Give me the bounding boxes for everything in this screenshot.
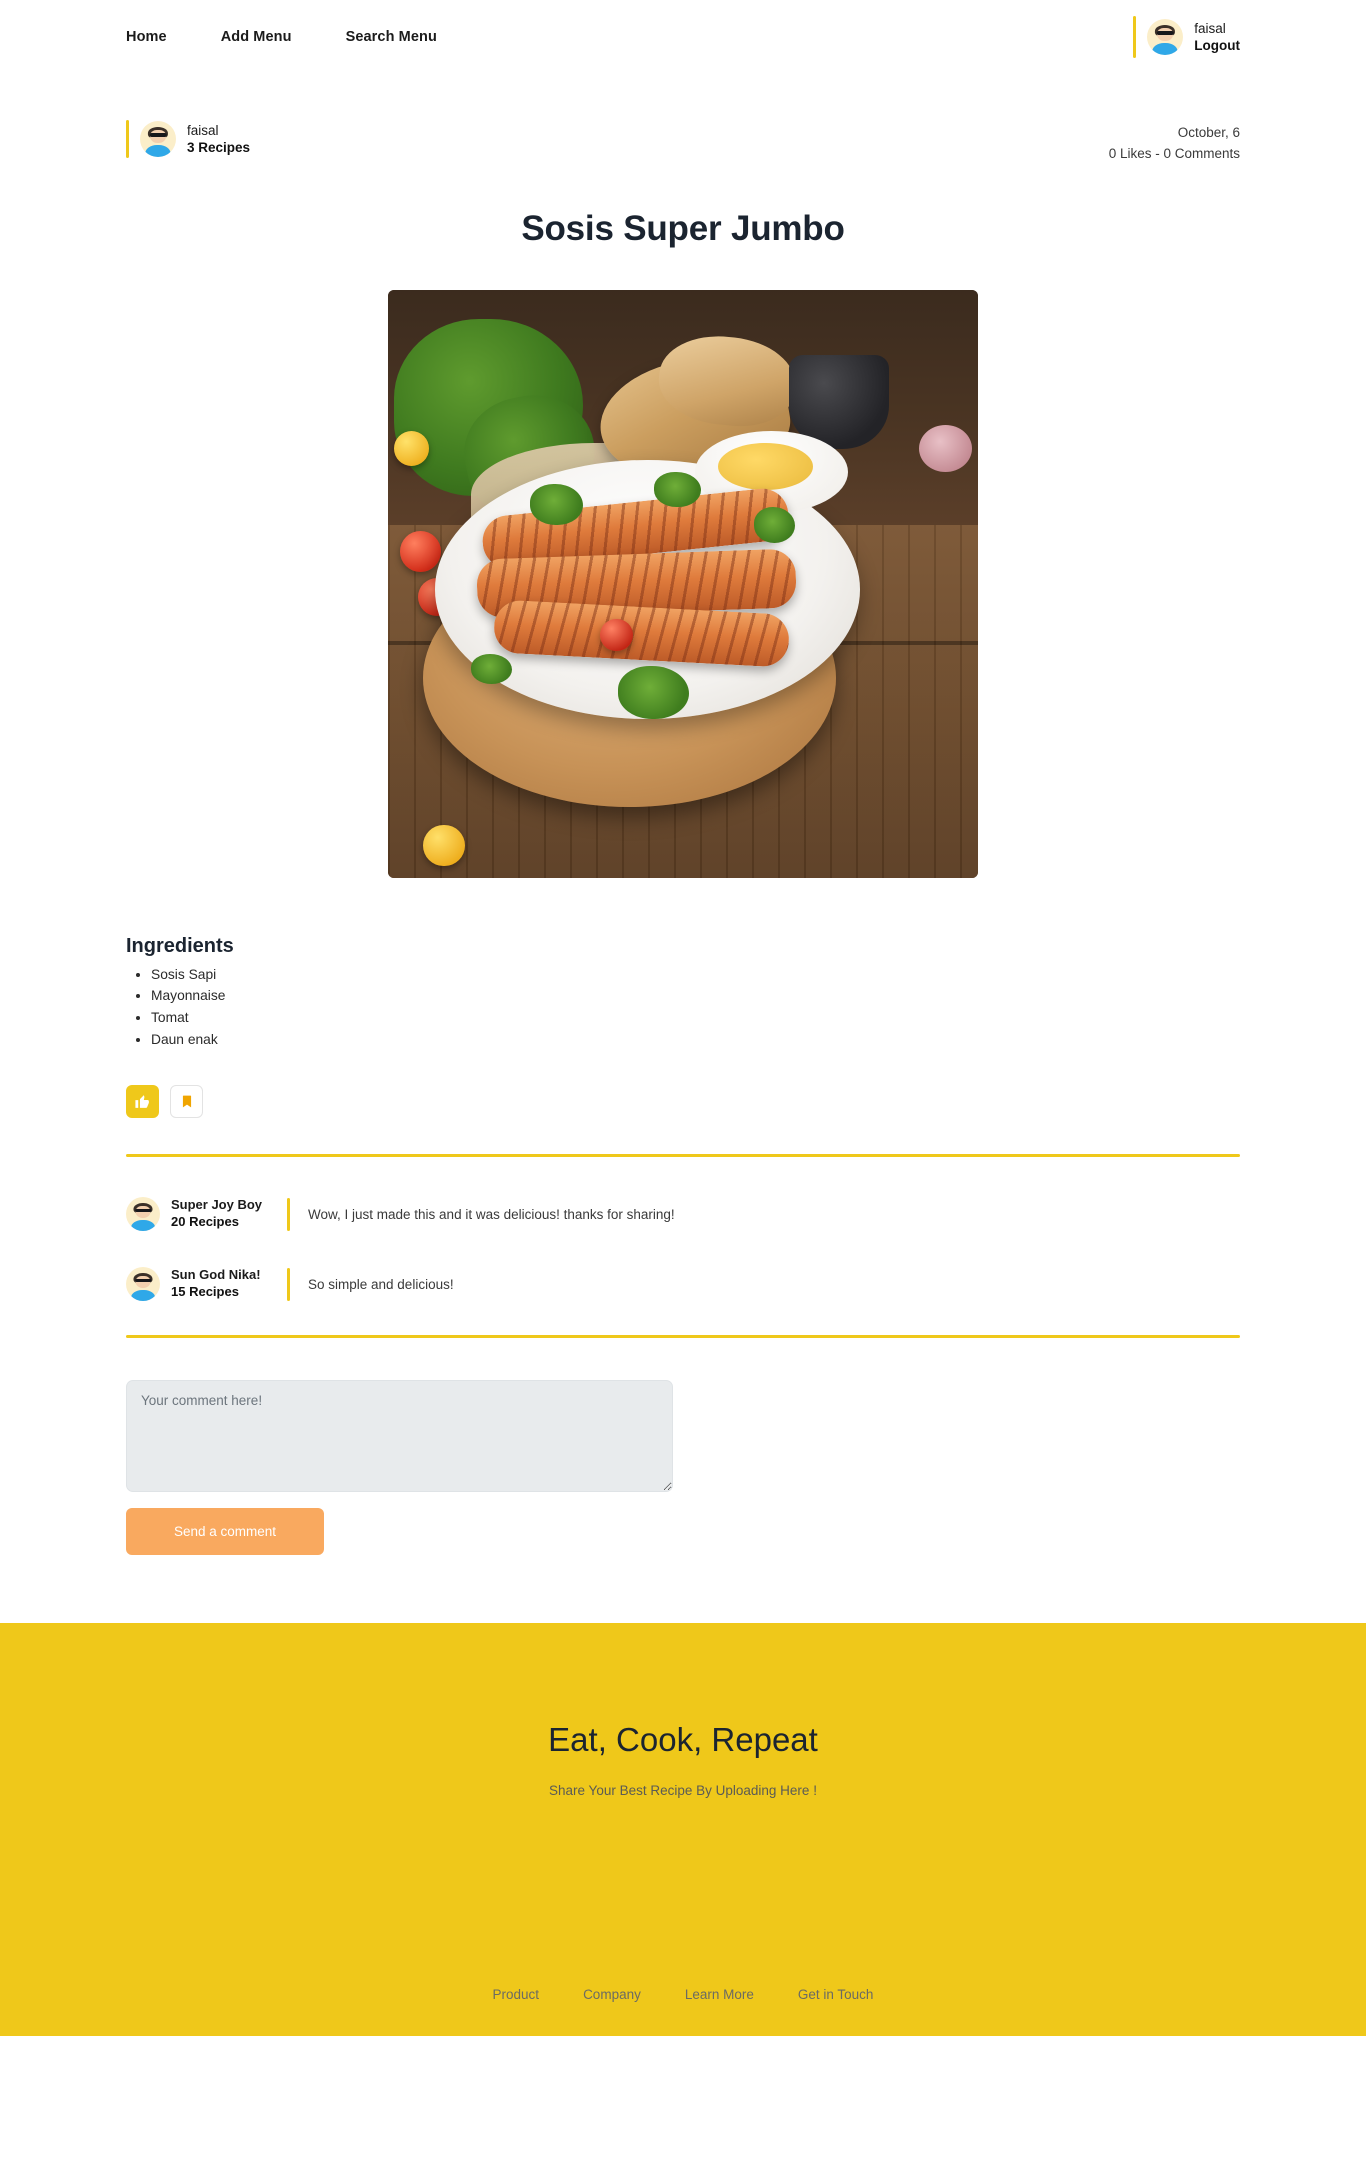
nav-link-add-menu[interactable]: Add Menu xyxy=(221,29,292,45)
post-author-recipes: 3 Recipes xyxy=(187,140,251,155)
comments-list: Super Joy Boy 20 Recipes Wow, I just mad… xyxy=(126,1157,1240,1319)
comment-author-name: Sun God Nika! xyxy=(171,1267,261,1283)
bookmark-icon xyxy=(182,1096,191,1108)
post-date: October, 6 xyxy=(1177,125,1240,140)
comment-form: Send a comment xyxy=(126,1380,1240,1556)
comment-author-recipes: 15 Recipes xyxy=(171,1284,239,1300)
navbar-user-chip[interactable]: faisal Logout xyxy=(1133,16,1240,58)
send-comment-button[interactable]: Send a comment xyxy=(126,1508,324,1556)
post-author-chip[interactable]: faisal 3 Recipes xyxy=(126,120,250,158)
user-avatar-sunglasses-icon xyxy=(126,1197,160,1232)
nav-link-search-menu[interactable]: Search Menu xyxy=(346,29,437,45)
footer-link-product[interactable]: Product xyxy=(493,1987,540,2002)
comment-author-meta: Super Joy Boy 20 Recipes xyxy=(171,1197,281,1231)
like-button[interactable] xyxy=(126,1085,159,1119)
nav-links: Home Add Menu Search Menu xyxy=(126,29,437,45)
accent-bar xyxy=(126,120,129,158)
post-author-name: faisal xyxy=(187,122,219,138)
accent-bar xyxy=(287,1267,290,1301)
list-item: Tomat xyxy=(151,1009,1240,1028)
footer-link-company[interactable]: Company xyxy=(583,1987,641,2002)
list-item: Daun enak xyxy=(151,1031,1240,1050)
list-item: Super Joy Boy 20 Recipes Wow, I just mad… xyxy=(126,1179,1240,1249)
accent-bar xyxy=(287,1197,290,1231)
save-button[interactable] xyxy=(170,1085,203,1119)
comment-text: Wow, I just made this and it was delicio… xyxy=(308,1206,675,1222)
comments-divider-bottom xyxy=(126,1335,1240,1339)
footer-link-get-in-touch[interactable]: Get in Touch xyxy=(798,1987,874,2002)
recipe-photo xyxy=(388,289,978,878)
accent-bar xyxy=(1133,16,1137,58)
page-title: Sosis Super Jumbo xyxy=(521,208,845,248)
post-actions xyxy=(126,1085,1240,1119)
list-item: Mayonnaise xyxy=(151,987,1240,1006)
post-author-meta: faisal 3 Recipes xyxy=(187,122,250,157)
list-item: Sun God Nika! 15 Recipes So simple and d… xyxy=(126,1249,1240,1319)
list-item: Sosis Sapi xyxy=(151,966,1240,985)
navbar-user-meta: faisal Logout xyxy=(1194,20,1240,55)
footer-subtitle: Share Your Best Recipe By Uploading Here… xyxy=(549,1783,817,1799)
main-container: faisal 3 Recipes October, 6 0 Likes - 0 … xyxy=(126,74,1240,1556)
ingredients-list: Sosis Sapi Mayonnaise Tomat Daun enak xyxy=(126,966,1240,1050)
comment-author-recipes: 20 Recipes xyxy=(171,1214,239,1230)
logout-button[interactable]: Logout xyxy=(1194,37,1240,54)
comment-author-name: Super Joy Boy xyxy=(171,1197,263,1213)
comment-input[interactable] xyxy=(126,1380,673,1493)
footer-links: Product Company Learn More Get in Touch xyxy=(0,1987,1366,2002)
user-avatar-sunglasses-icon xyxy=(140,121,176,157)
site-footer: Eat, Cook, Repeat Share Your Best Recipe… xyxy=(0,1623,1366,2037)
recipe-photo-wrap xyxy=(126,289,1240,878)
post-stats: 0 Likes - 0 Comments xyxy=(1108,145,1240,161)
ingredients-section: Ingredients Sosis Sapi Mayonnaise Tomat … xyxy=(126,935,1240,1050)
ingredients-heading: Ingredients xyxy=(126,934,234,957)
user-avatar-sunglasses-icon xyxy=(1147,19,1184,55)
footer-title: Eat, Cook, Repeat xyxy=(548,1721,818,1759)
thumbs-up-icon xyxy=(135,1095,149,1109)
top-navbar: Home Add Menu Search Menu faisal Logout xyxy=(0,0,1366,74)
nav-link-home[interactable]: Home xyxy=(126,29,167,45)
comment-text: So simple and delicious! xyxy=(308,1276,454,1292)
post-header: faisal 3 Recipes October, 6 0 Likes - 0 … xyxy=(126,74,1240,165)
user-avatar-sunglasses-icon xyxy=(126,1267,160,1302)
navbar-username: faisal xyxy=(1194,20,1226,36)
comment-author-meta: Sun God Nika! 15 Recipes xyxy=(171,1267,281,1301)
footer-link-learn-more[interactable]: Learn More xyxy=(685,1987,754,2002)
post-meta: October, 6 0 Likes - 0 Comments xyxy=(1109,120,1240,165)
